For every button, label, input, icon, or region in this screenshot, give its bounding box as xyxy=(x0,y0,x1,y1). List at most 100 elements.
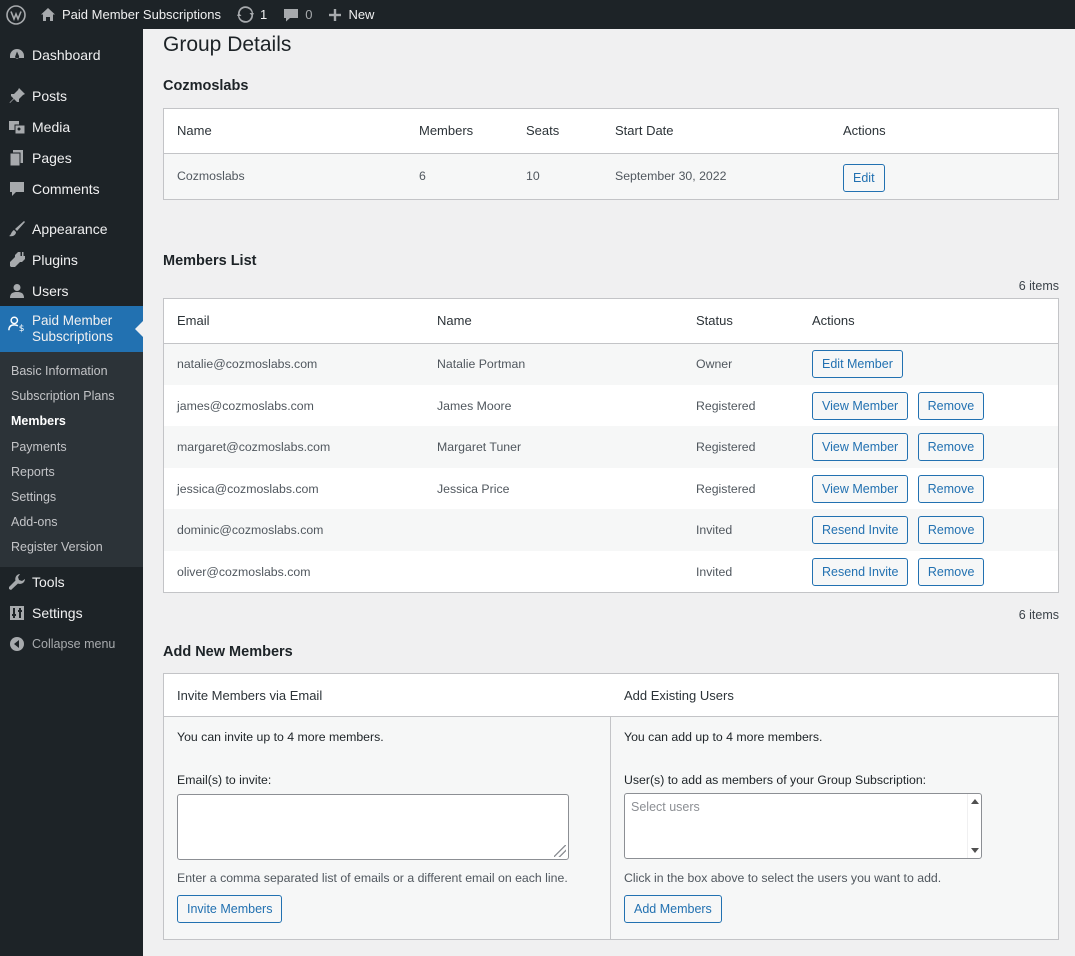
wrench-icon xyxy=(8,573,26,591)
invite-column: Invite Members via Email You can invite … xyxy=(164,674,611,939)
new-content-link[interactable]: New xyxy=(320,0,382,29)
members-list-heading: Members List xyxy=(163,253,257,269)
invite-body: You can invite up to 4 more members. Ema… xyxy=(164,717,611,939)
select-users-field[interactable]: Select users xyxy=(624,793,982,859)
emails-label: Email(s) to invite: xyxy=(177,773,272,787)
menu-label: Paid Member Subscriptions xyxy=(32,313,113,345)
submenu-payments[interactable]: Payments xyxy=(0,435,143,460)
members-table: Email Name Status Actions natalie@cozmos… xyxy=(163,298,1059,593)
site-name-link[interactable]: Paid Member Subscriptions xyxy=(32,0,229,29)
table-row: james@cozmoslabs.com James Moore Registe… xyxy=(164,385,1058,426)
scroll-up-arrow-icon[interactable] xyxy=(971,799,979,804)
menu-label: Settings xyxy=(32,605,83,621)
menu-pages[interactable]: Pages xyxy=(0,142,143,173)
menu-comments[interactable]: Comments xyxy=(0,173,143,204)
menu-label: Dashboard xyxy=(32,46,101,63)
remove-button[interactable]: Remove xyxy=(917,433,985,461)
items-count-bottom: 6 items xyxy=(1018,608,1059,622)
menu-label: Users xyxy=(32,282,69,299)
collapse-arrow-icon xyxy=(8,635,26,653)
menu-label: Plugins xyxy=(32,251,78,268)
menu-tools[interactable]: Tools xyxy=(0,567,143,598)
updates-count: 1 xyxy=(259,7,268,22)
pin-icon xyxy=(8,87,26,105)
menu-label: Tools xyxy=(32,574,65,590)
edit-member-button[interactable]: Edit Member xyxy=(812,350,903,379)
menu-plugins[interactable]: Plugins xyxy=(0,244,143,275)
email-cell: oliver@cozmoslabs.com xyxy=(177,564,311,579)
admin-bar: Paid Member Subscriptions 1 0 New xyxy=(0,0,1075,29)
items-count-top: 6 items xyxy=(1018,279,1059,293)
menu-media[interactable]: Media xyxy=(0,111,143,142)
view-member-button[interactable]: View Member xyxy=(812,474,909,503)
existing-users-body: You can add up to 4 more members. User(s… xyxy=(611,717,1058,939)
existing-hint: Click in the box above to select the use… xyxy=(624,871,942,885)
updates-icon xyxy=(237,6,254,23)
submenu-add-ons[interactable]: Add-ons xyxy=(0,510,143,535)
table-row: jessica@cozmoslabs.com Jessica Price Reg… xyxy=(164,468,1058,509)
invite-info: You can invite up to 4 more members. xyxy=(177,730,384,744)
submenu-basic-information[interactable]: Basic Information xyxy=(0,359,143,384)
col-header-members: Members xyxy=(406,109,513,154)
menu-label-line1: Paid Member xyxy=(32,313,113,328)
home-icon xyxy=(41,7,55,21)
add-members-panel: Invite Members via Email You can invite … xyxy=(163,673,1059,940)
comments-count: 0 xyxy=(305,7,313,22)
submenu-members[interactable]: Members xyxy=(0,409,143,434)
col-header-actions: Actions xyxy=(830,109,1058,154)
scroll-down-arrow-icon[interactable] xyxy=(971,848,979,853)
name-cell: Jessica Price xyxy=(437,481,510,496)
menu-paid-member-subscriptions[interactable]: $ Paid Member Subscriptions xyxy=(0,306,143,352)
view-member-button[interactable]: View Member xyxy=(812,391,909,420)
resend-invite-button[interactable]: Resend Invite xyxy=(812,516,909,544)
new-label: New xyxy=(348,7,375,22)
group-details-table: Name Members Seats Start Date Actions Co… xyxy=(163,108,1059,200)
existing-users-heading: Add Existing Users xyxy=(611,674,1058,717)
submenu-subscription-plans[interactable]: Subscription Plans xyxy=(0,384,143,409)
email-cell: natalie@cozmoslabs.com xyxy=(164,343,424,385)
remove-button[interactable]: Remove xyxy=(917,516,985,544)
name-cell xyxy=(424,551,683,592)
page-title: Group Details xyxy=(163,33,292,56)
status-cell: Owner xyxy=(683,343,799,385)
submenu-reports[interactable]: Reports xyxy=(0,460,143,485)
menu-label: Media xyxy=(32,118,71,135)
col-header-start-date: Start Date xyxy=(602,109,830,154)
media-icon xyxy=(8,118,26,136)
menu-dashboard[interactable]: Dashboard xyxy=(0,39,143,70)
invite-members-button[interactable]: Invite Members xyxy=(177,895,283,923)
add-members-button[interactable]: Add Members xyxy=(624,895,722,923)
menu-posts[interactable]: Posts xyxy=(0,80,143,111)
col-header-status: Status xyxy=(683,299,799,344)
select-scrollbar[interactable] xyxy=(967,794,981,858)
resend-invite-button[interactable]: Resend Invite xyxy=(812,557,909,586)
status-cell: Registered xyxy=(696,398,756,413)
menu-settings[interactable]: Settings xyxy=(0,598,143,629)
table-row: natalie@cozmoslabs.com Natalie Portman O… xyxy=(164,343,1058,385)
email-cell: jessica@cozmoslabs.com xyxy=(177,481,319,496)
status-cell: Invited xyxy=(683,509,799,551)
remove-button[interactable]: Remove xyxy=(917,557,985,586)
remove-button[interactable]: Remove xyxy=(917,391,985,420)
menu-users[interactable]: Users xyxy=(0,275,143,306)
edit-group-button[interactable]: Edit xyxy=(843,164,885,193)
resize-grip-icon[interactable] xyxy=(554,845,566,857)
collapse-menu-button[interactable]: Collapse menu xyxy=(0,629,143,660)
status-cell: Registered xyxy=(683,426,799,468)
menu-label: Pages xyxy=(32,149,72,166)
site-name: Paid Member Subscriptions xyxy=(62,7,221,22)
submenu-settings[interactable]: Settings xyxy=(0,485,143,510)
table-header-row: Email Name Status Actions xyxy=(164,299,1058,344)
view-member-button[interactable]: View Member xyxy=(812,433,909,461)
actions-cell: View Member Remove xyxy=(799,385,1058,426)
remove-button[interactable]: Remove xyxy=(917,474,985,503)
submenu-register-version[interactable]: Register Version xyxy=(0,535,143,560)
wordpress-logo-button[interactable] xyxy=(0,0,32,29)
updates-link[interactable]: 1 xyxy=(229,0,275,29)
comments-link[interactable]: 0 xyxy=(275,0,320,29)
col-header-name: Name xyxy=(164,109,406,154)
actions-cell: Edit xyxy=(830,153,1058,199)
user-icon xyxy=(8,282,26,300)
menu-appearance[interactable]: Appearance xyxy=(0,213,143,244)
emails-textarea[interactable] xyxy=(177,794,569,860)
